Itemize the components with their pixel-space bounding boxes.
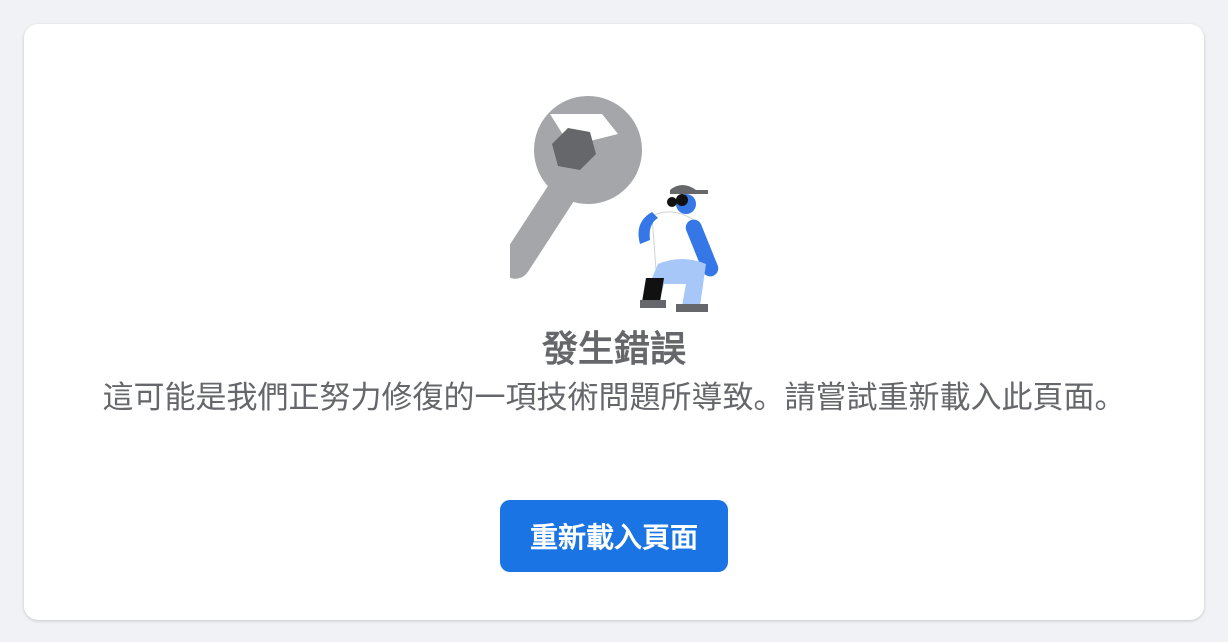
error-card: 發生錯誤 這可能是我們正努力修復的一項技術問題所導致。請嘗試重新載入此頁面。 重… [24,24,1204,620]
error-title: 發生錯誤 [541,329,686,370]
reload-page-button[interactable]: 重新載入頁面 [500,500,728,572]
wrench-worker-illustration [510,86,750,326]
wrench-icon [510,96,719,312]
error-message: 這可能是我們正努力修復的一項技術問題所導致。請嘗試重新載入此頁面。 [102,380,1126,416]
